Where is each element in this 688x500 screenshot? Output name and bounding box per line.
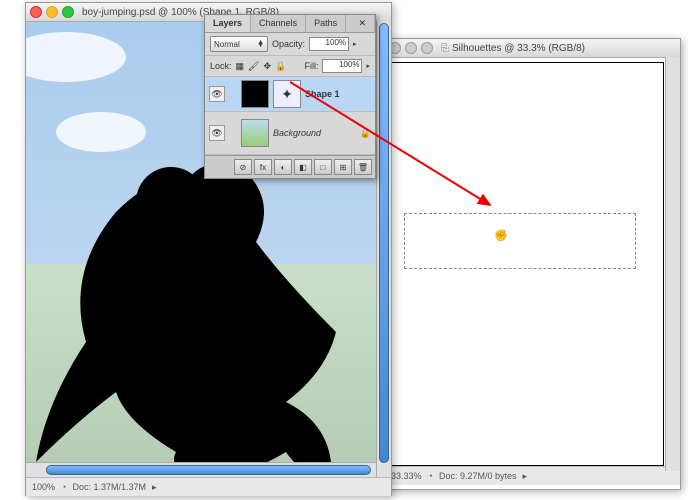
blend-row: Normal▲▼ Opacity: 100%▸	[205, 33, 375, 56]
layer-shape1[interactable]: 👁 ✦ Shape 1	[205, 77, 375, 112]
doc-size: Doc: 9.27M/0 bytes	[439, 471, 517, 481]
zoom-icon[interactable]	[62, 6, 74, 18]
canvas[interactable]: ✊	[389, 62, 664, 466]
doc-icon: ⎘	[441, 43, 449, 54]
layer-thumb[interactable]	[241, 119, 269, 147]
grab-cursor-icon: ✊	[494, 229, 508, 242]
chevron-right-icon[interactable]: ▸	[523, 471, 528, 482]
link-icon[interactable]: ⊘	[234, 159, 252, 175]
tab-paths[interactable]: Paths	[306, 15, 346, 32]
layer-name[interactable]: Background	[273, 128, 321, 138]
drag-target-outline	[404, 213, 636, 269]
zoom-value[interactable]: 33.33%	[391, 471, 422, 481]
titlebar[interactable]: ⎘ Silhouettes @ 33.3% (RGB/8)	[385, 39, 680, 58]
scrollbar-vertical[interactable]	[376, 21, 391, 477]
mask-thumb[interactable]	[241, 80, 269, 108]
adjustment-icon[interactable]: ◧	[294, 159, 312, 175]
opacity-label: Opacity:	[272, 39, 305, 49]
fill-label: Fill:	[304, 61, 318, 71]
trash-icon[interactable]: 🗑	[354, 159, 372, 175]
minimize-icon[interactable]	[405, 42, 417, 54]
preview-icon[interactable]: ◔	[428, 471, 433, 481]
mask-icon[interactable]: ◐	[274, 159, 292, 175]
zoom-icon[interactable]	[421, 42, 433, 54]
fill-input[interactable]: 100%	[322, 59, 362, 73]
layers-panel[interactable]: Layers Channels Paths ✕ Normal▲▼ Opacity…	[204, 14, 376, 179]
preview-icon[interactable]: ◔	[61, 482, 66, 492]
tab-layers[interactable]: Layers	[205, 15, 251, 32]
silhouette-shape	[26, 142, 381, 462]
fx-icon[interactable]: fx	[254, 159, 272, 175]
lock-all-icon[interactable]: 🔒	[275, 61, 286, 72]
lock-transparent-icon[interactable]: ▦	[236, 61, 245, 72]
status-bar: 100% ◔ Doc: 1.37M/1.37M ▸	[26, 477, 391, 496]
lock-paint-icon[interactable]: 🖌	[248, 61, 259, 72]
panel-buttons: ⊘ fx ◐ ◧ □ ⊞ 🗑	[205, 155, 375, 178]
scrollbar-horizontal[interactable]	[26, 462, 391, 477]
group-icon[interactable]: □	[314, 159, 332, 175]
visibility-toggle[interactable]: 👁	[209, 125, 225, 141]
lock-move-icon[interactable]: ✥	[263, 61, 271, 72]
minimize-icon[interactable]	[46, 6, 58, 18]
vector-thumb[interactable]: ✦	[273, 80, 301, 108]
status-bar: 33.33% ◔ Doc: 9.27M/0 bytes ▸	[385, 466, 680, 485]
document-window-silhouettes[interactable]: ⎘ Silhouettes @ 33.3% (RGB/8) ✊ 33.33% ◔…	[384, 38, 681, 490]
window-title: Silhouettes @ 33.3% (RGB/8)	[452, 43, 585, 54]
new-layer-icon[interactable]: ⊞	[334, 159, 352, 175]
layer-name[interactable]: Shape 1	[305, 89, 340, 99]
scrollbar-vertical[interactable]	[665, 57, 680, 471]
visibility-toggle[interactable]: 👁	[209, 86, 225, 102]
lock-label: Lock:	[210, 61, 232, 71]
chevron-right-icon[interactable]: ▸	[152, 482, 157, 493]
lock-icon: 🔒	[360, 128, 371, 139]
layer-background[interactable]: 👁 Background 🔒	[205, 112, 375, 155]
doc-size: Doc: 1.37M/1.37M	[72, 482, 146, 492]
lock-row: Lock: ▦ 🖌 ✥ 🔒 Fill: 100%▸	[205, 56, 375, 77]
close-panel-icon[interactable]: ✕	[350, 15, 375, 32]
opacity-input[interactable]: 100%	[309, 37, 349, 51]
tab-channels[interactable]: Channels	[251, 15, 306, 32]
zoom-value[interactable]: 100%	[32, 482, 55, 492]
blend-mode-select[interactable]: Normal▲▼	[210, 36, 268, 52]
close-icon[interactable]	[30, 6, 42, 18]
panel-tabs: Layers Channels Paths ✕	[205, 15, 375, 33]
